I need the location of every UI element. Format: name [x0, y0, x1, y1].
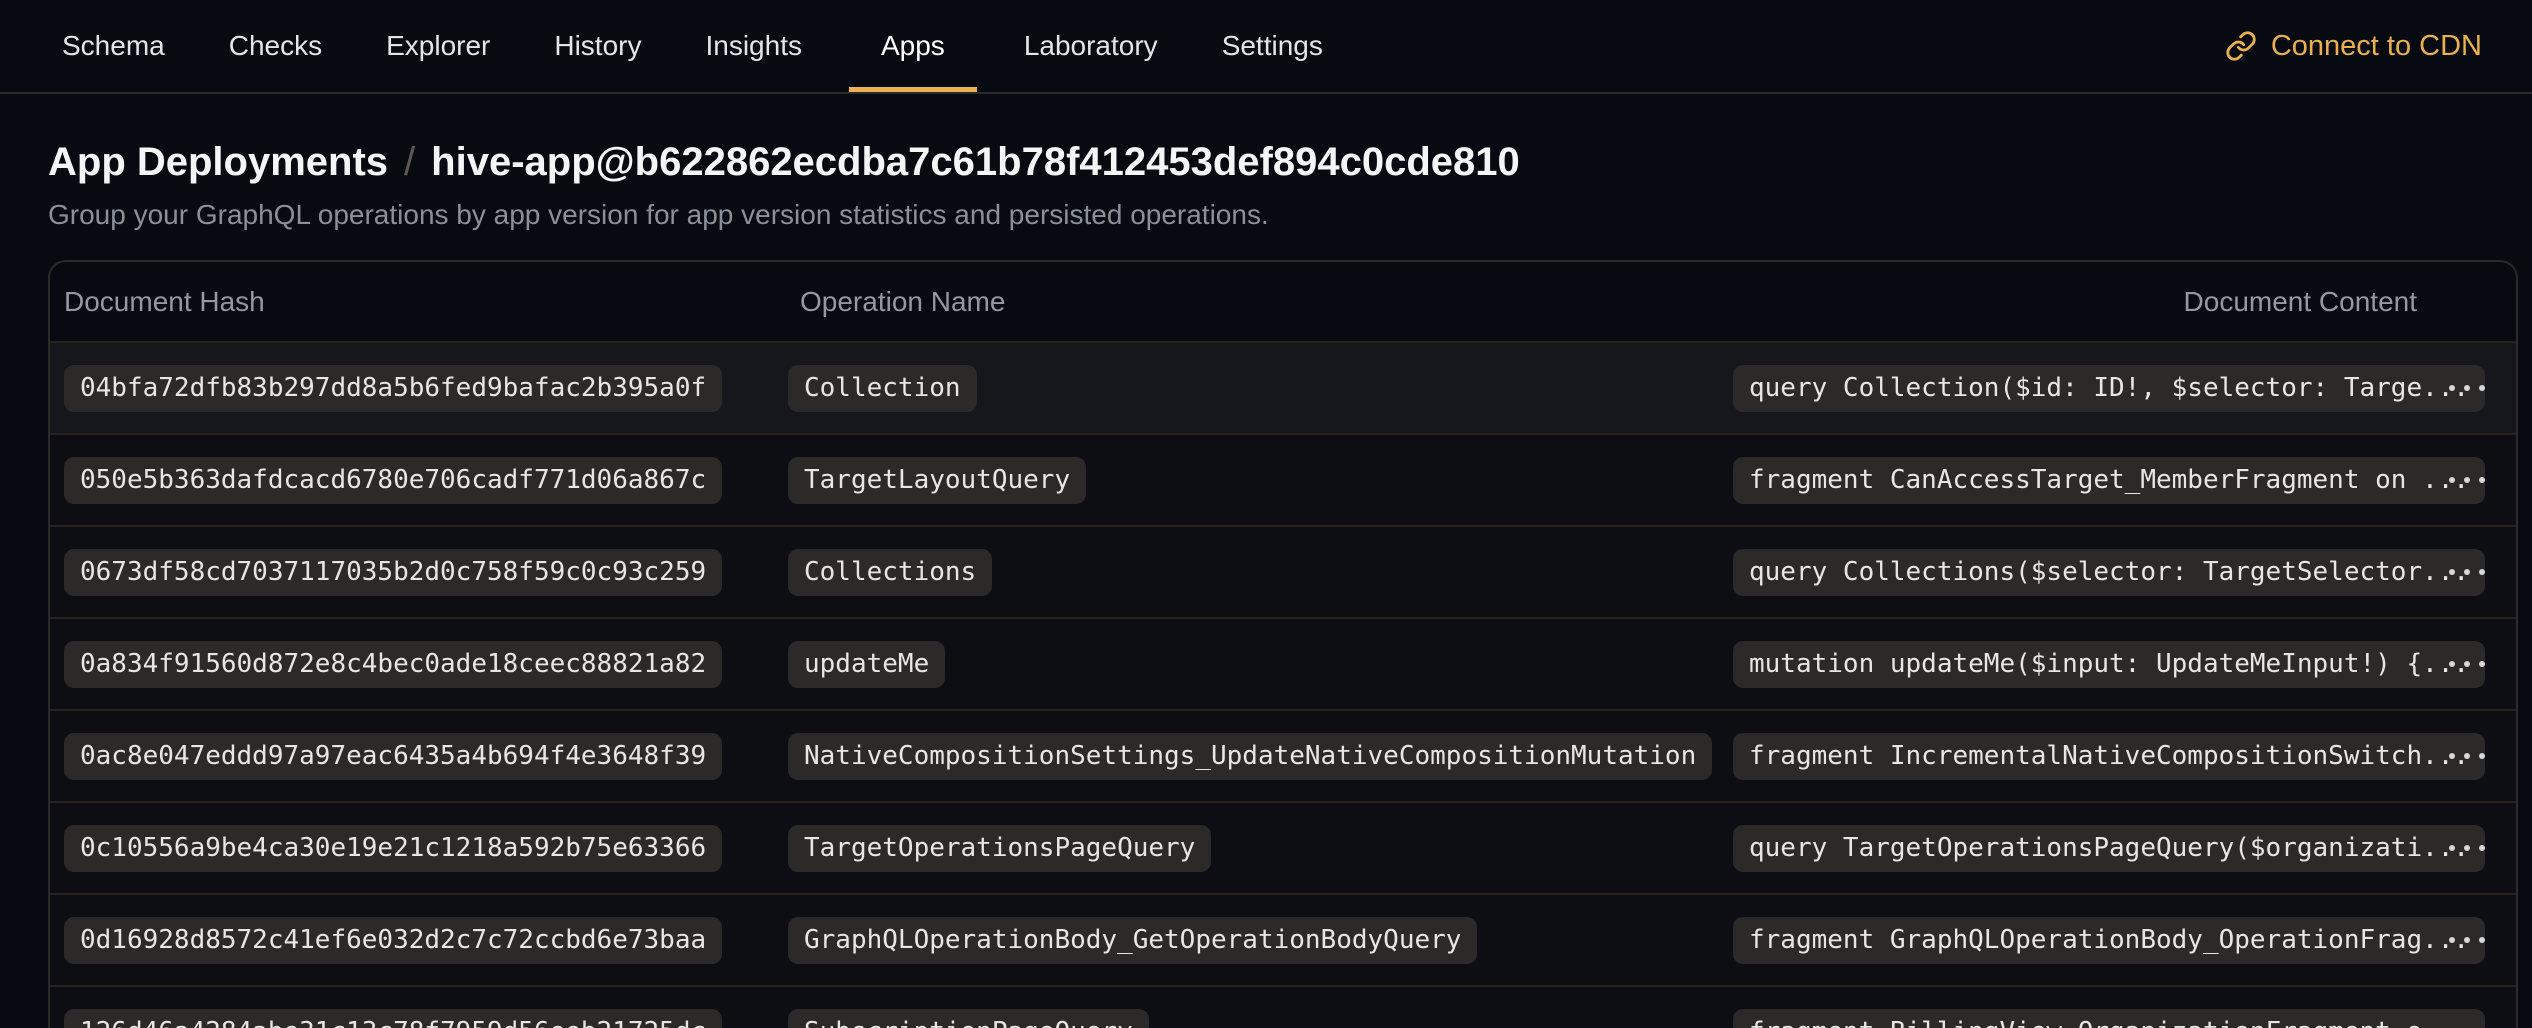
table-row: 0ac8e047eddd97a97eac6435a4b694f4e3648f39… — [50, 709, 2516, 801]
table-row: 0673df58cd7037117035b2d0c758f59c0c93c259… — [50, 525, 2516, 617]
table-header: Document Hash Operation Name Document Co… — [50, 262, 2516, 341]
deployments-table: Document Hash Operation Name Document Co… — [48, 260, 2518, 1028]
table-row: 0c10556a9be4ca30e19e21c1218a592b75e63366… — [50, 801, 2516, 893]
column-header-operation-name: Operation Name — [786, 286, 1719, 318]
breadcrumb-section[interactable]: App Deployments — [48, 140, 388, 184]
document-hash-badge: 0ac8e047eddd97a97eac6435a4b694f4e3648f39 — [64, 733, 722, 780]
nav-tab-laboratory[interactable]: Laboratory — [1007, 0, 1175, 92]
document-hash-badge: 0673df58cd7037117035b2d0c758f59c0c93c259 — [64, 549, 722, 596]
document-content-badge: query Collection($id: ID!, $selector: Ta… — [1733, 365, 2485, 412]
row-menu-button[interactable] — [2439, 555, 2495, 589]
table-row: 0d16928d8572c41ef6e032d2c7c72ccbd6e73baa… — [50, 893, 2516, 985]
nav-tab-insights[interactable]: Insights — [688, 0, 819, 92]
document-content-badge: query Collections($selector: TargetSelec… — [1733, 549, 2485, 596]
document-content-badge: fragment GraphQLOperationBody_OperationF… — [1733, 917, 2485, 964]
document-content-badge: mutation updateMe($input: UpdateMeInput!… — [1733, 641, 2485, 688]
operation-name-badge: TargetLayoutQuery — [788, 457, 1086, 504]
breadcrumb-app-id: hive-app@b622862ecdba7c61b78f412453def89… — [431, 140, 1520, 184]
row-menu-button[interactable] — [2439, 831, 2495, 865]
table-row: 126d46a4284abe31c13c78f7959d56eeb21725dc… — [50, 985, 2516, 1028]
operation-name-badge: SubscriptionPageQuery — [788, 1009, 1149, 1028]
breadcrumb-separator: / — [404, 140, 415, 184]
page-subtitle: Group your GraphQL operations by app ver… — [48, 198, 2484, 232]
document-hash-badge: 0c10556a9be4ca30e19e21c1218a592b75e63366 — [64, 825, 722, 872]
main-content: App Deployments / hive-app@b622862ecdba7c6… — [0, 138, 2532, 1028]
column-header-document-content: Document Content — [2184, 286, 2417, 318]
document-hash-badge: 050e5b363dafdcacd6780e706cadf771d06a867c — [64, 457, 722, 504]
nav-tab-settings[interactable]: Settings — [1205, 0, 1340, 92]
nav-tab-apps[interactable]: Apps — [849, 0, 977, 92]
connect-to-cdn-button[interactable]: Connect to CDN — [2225, 30, 2482, 63]
link-icon — [2225, 30, 2257, 62]
row-menu-button[interactable] — [2439, 647, 2495, 681]
operation-name-badge: GraphQLOperationBody_GetOperationBodyQue… — [788, 917, 1477, 964]
connect-to-cdn-label: Connect to CDN — [2271, 30, 2482, 63]
document-content-badge: fragment BillingView_OrganizationFragmen… — [1733, 1009, 2485, 1028]
column-header-document-hash: Document Hash — [50, 286, 786, 318]
row-menu-button[interactable] — [2439, 371, 2495, 405]
nav-tab-schema[interactable]: Schema — [45, 0, 182, 92]
operation-name-badge: TargetOperationsPageQuery — [788, 825, 1211, 872]
document-content-badge: fragment CanAccessTarget_MemberFragment … — [1733, 457, 2485, 504]
document-hash-badge: 0d16928d8572c41ef6e032d2c7c72ccbd6e73baa — [64, 917, 722, 964]
page-title: App Deployments / hive-app@b622862ecdba7c6… — [48, 138, 2484, 186]
nav-tab-checks[interactable]: Checks — [212, 0, 339, 92]
table-row: 04bfa72dfb83b297dd8a5b6fed9bafac2b395a0f… — [50, 341, 2516, 433]
document-hash-badge: 126d46a4284abe31c13c78f7959d56eeb21725dc — [64, 1009, 722, 1028]
top-nav: Schema Checks Explorer History Insights … — [0, 0, 2532, 94]
document-hash-badge: 0a834f91560d872e8c4bec0ade18ceec88821a82 — [64, 641, 722, 688]
row-menu-button[interactable] — [2439, 923, 2495, 957]
document-hash-badge: 04bfa72dfb83b297dd8a5b6fed9bafac2b395a0f — [64, 365, 722, 412]
row-menu-button[interactable] — [2439, 1015, 2495, 1028]
table-row: 050e5b363dafdcacd6780e706cadf771d06a867c… — [50, 433, 2516, 525]
operation-name-badge: NativeCompositionSettings_UpdateNativeCo… — [788, 733, 1712, 780]
nav-tab-explorer[interactable]: Explorer — [369, 0, 507, 92]
document-content-badge: fragment IncrementalNativeCompositionSwi… — [1733, 733, 2485, 780]
operation-name-badge: updateMe — [788, 641, 945, 688]
page-header: App Deployments / hive-app@b622862ecdba7c6… — [0, 138, 2532, 232]
row-menu-button[interactable] — [2439, 463, 2495, 497]
document-content-badge: query TargetOperationsPageQuery($organiz… — [1733, 825, 2485, 872]
table-row: 0a834f91560d872e8c4bec0ade18ceec88821a82… — [50, 617, 2516, 709]
nav-tab-history[interactable]: History — [537, 0, 658, 92]
operation-name-badge: Collections — [788, 549, 992, 596]
operation-name-badge: Collection — [788, 365, 977, 412]
row-menu-button[interactable] — [2439, 739, 2495, 773]
